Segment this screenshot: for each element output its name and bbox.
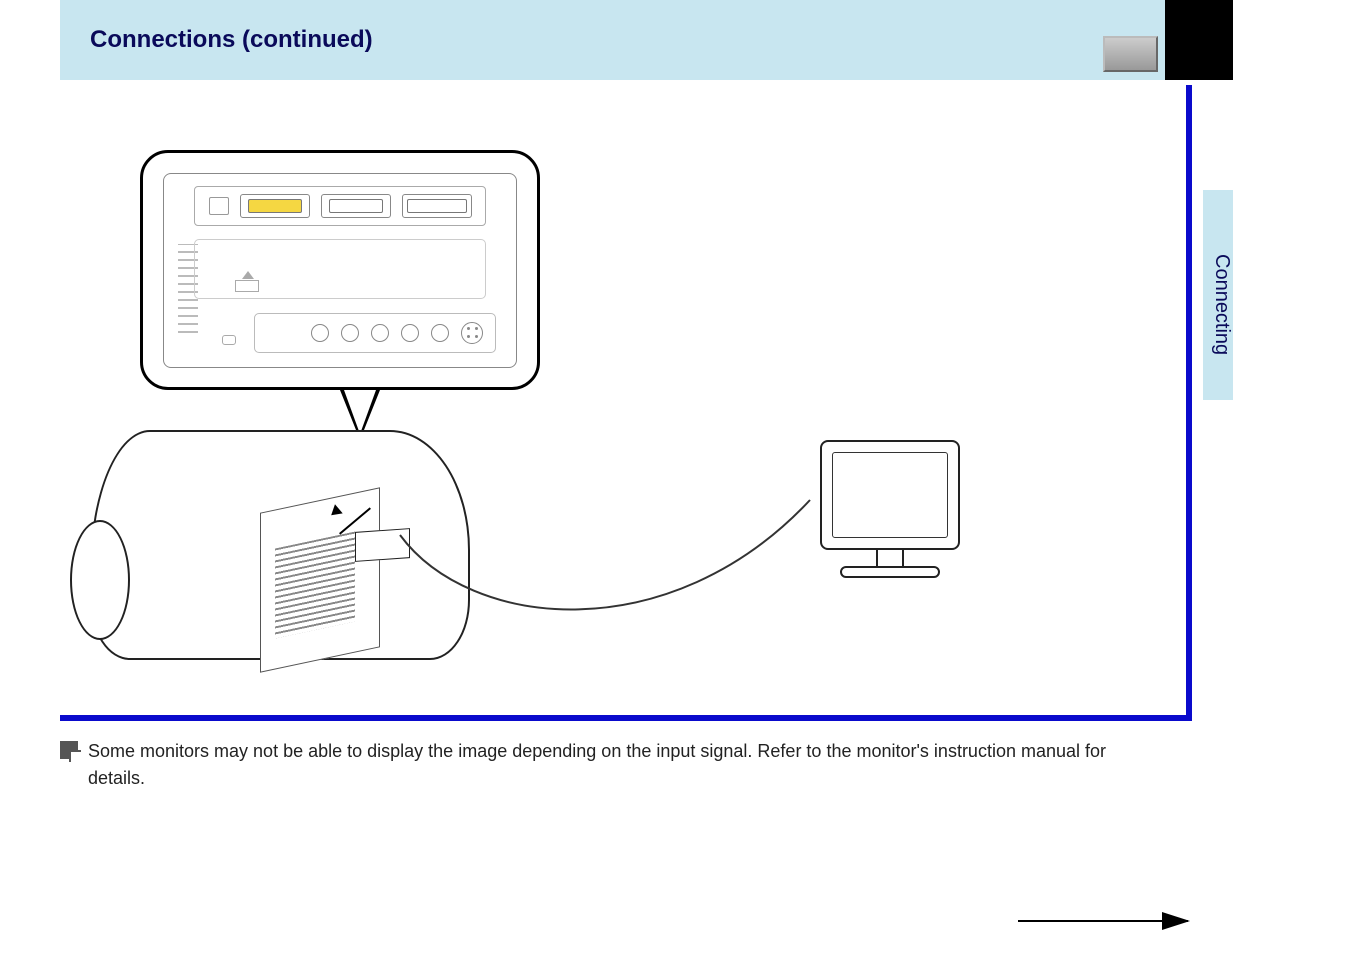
section-tab: Connecting xyxy=(1203,190,1233,400)
corner-box xyxy=(1165,0,1233,80)
lock-slot xyxy=(222,335,236,345)
eject-icon xyxy=(235,280,259,292)
av-row xyxy=(254,313,496,353)
note-text: Some monitors may not be able to display… xyxy=(88,738,1168,792)
rear-panel-callout xyxy=(140,150,540,390)
audio-jack xyxy=(311,324,329,342)
section-tab-label: Connecting xyxy=(1211,254,1233,355)
page-title: Connections (continued) xyxy=(90,26,373,54)
dvi-port xyxy=(402,194,472,218)
page-title-bar: Connections (continued) xyxy=(60,0,1190,80)
arrow-right-icon xyxy=(1018,920,1188,922)
content-border-right xyxy=(1186,85,1192,719)
audio-jack xyxy=(341,324,359,342)
usb-port xyxy=(209,197,229,215)
card-slot xyxy=(194,239,486,299)
s-video-port xyxy=(461,322,483,344)
rear-panel xyxy=(163,173,517,368)
audio-jack xyxy=(371,324,389,342)
rgb-in-port xyxy=(240,194,310,218)
audio-jack xyxy=(401,324,419,342)
content-border-bottom xyxy=(60,715,1192,721)
cable xyxy=(250,390,890,650)
rgb-out-port xyxy=(321,194,391,218)
port-row xyxy=(194,186,486,226)
note-icon xyxy=(60,741,78,759)
note-block: Some monitors may not be able to display… xyxy=(60,738,1168,792)
continued-indicator xyxy=(988,906,1188,936)
external-monitor xyxy=(800,440,980,620)
connection-diagram xyxy=(80,150,980,710)
nav-button[interactable] xyxy=(1103,36,1158,72)
video-jack xyxy=(431,324,449,342)
